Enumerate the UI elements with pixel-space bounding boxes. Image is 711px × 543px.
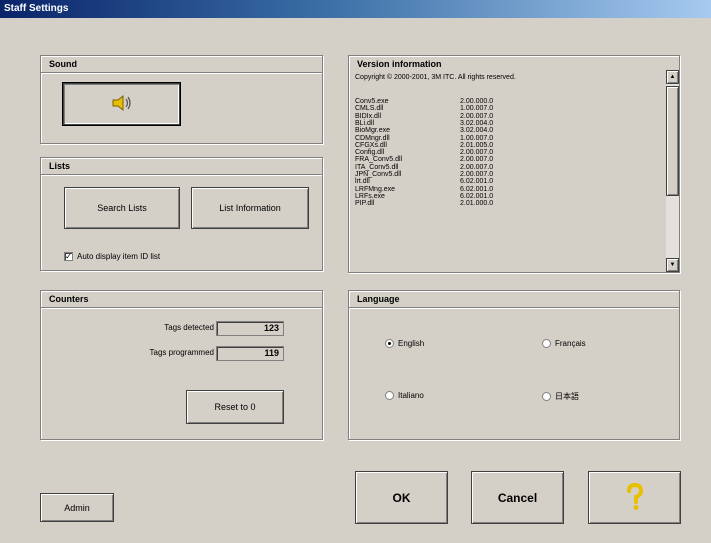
module-version: 2.01.005.0 xyxy=(460,141,494,149)
version-row: LRFs.exe 6.02.001.0 xyxy=(355,193,493,200)
version-row: CMLS.dll 1.00.007.0 xyxy=(355,105,493,112)
italian-radio-dot xyxy=(385,391,394,400)
module-name: BLi.dll xyxy=(355,119,375,127)
sound-group: Sound xyxy=(40,55,323,144)
language-group-title: Language xyxy=(355,294,402,304)
sound-group-title: Sound xyxy=(47,59,79,69)
version-list[interactable]: Conv5.exe 2.00.000.0 CMLS.dll 1.00.007.0 BID… xyxy=(355,98,655,268)
module-name: CDMngr.dll xyxy=(355,134,390,142)
version-group-title: Version information xyxy=(355,59,444,69)
module-name: JPN_Conv5.dll xyxy=(355,171,402,178)
module-name: LRFMng.exe xyxy=(355,185,396,193)
english-radio-dot xyxy=(385,339,394,348)
french-label: Français xyxy=(555,339,586,348)
language-radio-english[interactable]: English xyxy=(385,339,424,348)
tags-detected-field: 123 xyxy=(216,321,284,336)
module-version: 2.00.007.0 xyxy=(460,163,494,171)
tags-programmed-field: 119 xyxy=(216,346,284,361)
module-version: 1.00.007.0 xyxy=(460,134,494,142)
module-version: 6.02.001.0 xyxy=(460,185,494,193)
list-information-button[interactable]: List Information xyxy=(191,187,309,229)
tags-programmed-label: Tags programmed xyxy=(149,348,214,357)
language-group: Language English Français Italiano 日本語 xyxy=(348,290,680,440)
auto-display-checkmark: ✓ xyxy=(64,252,73,261)
module-version: 2.00.007.0 xyxy=(460,149,494,157)
version-row: ITA_Conv5.dll 2.00.007.0 xyxy=(355,164,493,171)
version-row: BLi.dll 3.02.004.0 xyxy=(355,120,493,127)
reset-counters-button[interactable]: Reset to 0 xyxy=(186,390,284,424)
version-row: FRA_Conv5.dll 2.00.007.0 xyxy=(355,156,493,163)
version-row: BIDIx.dll 2.00.007.0 xyxy=(355,113,493,120)
speaker-icon xyxy=(111,94,133,114)
module-name: CFGXs.dll xyxy=(355,141,387,149)
version-row: Config.dll 2.00.007.0 xyxy=(355,149,493,156)
language-radio-french[interactable]: Français xyxy=(542,339,586,348)
scroll-thumb[interactable] xyxy=(666,86,679,196)
cancel-button[interactable]: Cancel xyxy=(471,471,564,524)
language-radio-italian[interactable]: Italiano xyxy=(385,391,424,400)
admin-button[interactable]: Admin xyxy=(40,493,114,522)
version-row: CFGXs.dll 2.01.005.0 xyxy=(355,142,493,149)
module-version: 3.02.004.0 xyxy=(460,119,494,127)
module-version: 2.01.000.0 xyxy=(460,200,494,208)
counters-group-title: Counters xyxy=(47,294,91,304)
tags-detected-label: Tags detected xyxy=(164,323,214,332)
module-name: BioMgr.exe xyxy=(355,127,391,135)
french-radio-dot xyxy=(542,339,551,348)
version-row: lrt.dll 6.02.001.0 xyxy=(355,178,493,185)
module-version: 3.02.004.0 xyxy=(460,127,494,135)
counters-group: Counters Tags detected 123 Tags programm… xyxy=(40,290,323,440)
version-row: PIP.dll 2.01.000.0 xyxy=(355,200,493,207)
module-version: 6.02.001.0 xyxy=(460,192,494,200)
scroll-down-button[interactable]: ▼ xyxy=(666,258,679,272)
scroll-up-button[interactable]: ▲ xyxy=(666,70,679,84)
module-version: 2.00.007.0 xyxy=(460,112,494,120)
version-scrollbar[interactable]: ▲ ▼ xyxy=(665,70,679,272)
module-name: ITA_Conv5.dll xyxy=(355,163,399,171)
question-mark-icon xyxy=(625,482,645,513)
japanese-label: 日本語 xyxy=(555,392,579,401)
module-version: 1.00.007.0 xyxy=(460,105,494,113)
japanese-radio-dot xyxy=(542,392,551,401)
copyright-text: Copyright © 2000-2001, 3M ITC. All right… xyxy=(355,74,516,81)
version-row: LRFMng.exe 6.02.001.0 xyxy=(355,186,493,193)
help-button[interactable] xyxy=(588,471,681,524)
language-radio-japanese[interactable]: 日本語 xyxy=(542,391,579,402)
module-version: 2.00.000.0 xyxy=(460,98,494,105)
italian-label: Italiano xyxy=(398,391,424,400)
auto-display-checkbox[interactable]: ✓ Auto display item ID list xyxy=(64,252,160,261)
module-name: BIDIx.dll xyxy=(355,112,382,120)
module-name: Conv5.exe xyxy=(355,98,389,105)
module-version: 2.00.007.0 xyxy=(460,171,494,178)
module-name: lrt.dll xyxy=(355,178,370,186)
auto-display-label: Auto display item ID list xyxy=(77,252,161,261)
version-row: JPN_Conv5.dll 2.00.007.0 xyxy=(355,171,493,178)
sound-button[interactable] xyxy=(63,83,180,125)
lists-group: Lists Search Lists List Information ✓ Au… xyxy=(40,157,323,271)
lists-group-title: Lists xyxy=(47,161,73,171)
module-name: FRA_Conv5.dll xyxy=(355,156,403,164)
module-version: 2.00.007.0 xyxy=(460,156,494,164)
version-row: CDMngr.dll 1.00.007.0 xyxy=(355,135,493,142)
search-lists-button[interactable]: Search Lists xyxy=(64,187,180,229)
module-name: LRFs.exe xyxy=(355,192,385,200)
version-row: BioMgr.exe 3.02.004.0 xyxy=(355,127,493,134)
window-title: Staff Settings xyxy=(0,0,711,18)
module-name: PIP.dll xyxy=(355,200,375,208)
version-row: Conv5.exe 2.00.000.0 xyxy=(355,98,493,105)
ok-button[interactable]: OK xyxy=(355,471,448,524)
module-name: Config.dll xyxy=(355,149,385,157)
module-version: 6.02.001.0 xyxy=(460,178,494,186)
english-label: English xyxy=(398,339,425,348)
module-name: CMLS.dll xyxy=(355,105,384,113)
version-group: Version information Copyright © 2000-200… xyxy=(348,55,680,273)
